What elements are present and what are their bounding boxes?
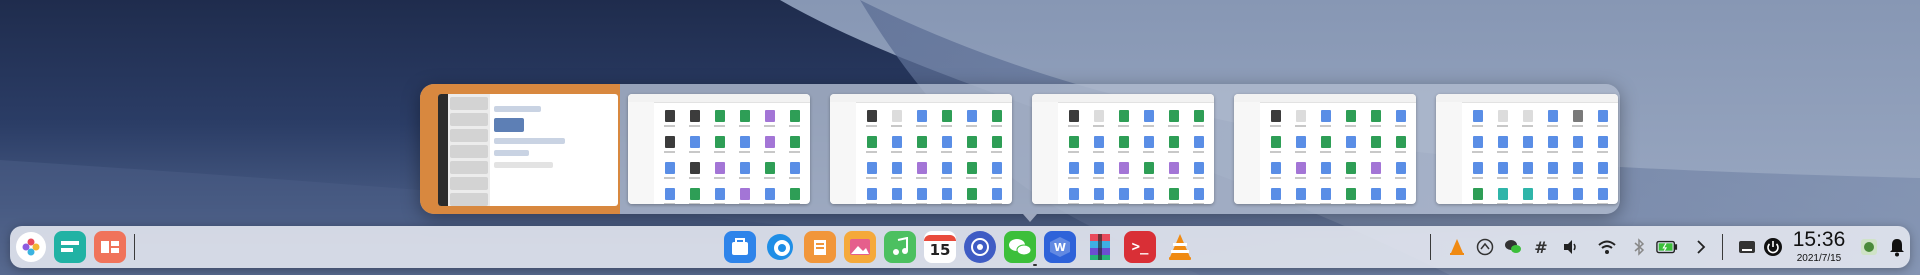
- multitask-view-icon[interactable]: [54, 231, 86, 263]
- archive-manager-icon[interactable]: [1084, 231, 1116, 263]
- clock-date[interactable]: 2021/7/15: [1784, 253, 1854, 264]
- keyboard-icon[interactable]: [1736, 236, 1758, 258]
- window-thumbnail-file-manager[interactable]: [1436, 94, 1618, 204]
- network-monitor-icon[interactable]: [1474, 236, 1496, 258]
- chat-window-preview: [438, 94, 618, 206]
- window-thumbnail-file-manager[interactable]: [1032, 94, 1214, 204]
- terminal-icon[interactable]: >_: [1124, 231, 1156, 263]
- launcher-icon[interactable]: [16, 232, 46, 262]
- dock: 15 W >_ # 15:36 2021/7/15: [10, 226, 1910, 268]
- expand-icon[interactable]: [1690, 236, 1712, 258]
- app-store-icon[interactable]: [724, 231, 756, 263]
- calendar-icon[interactable]: 15: [924, 231, 956, 263]
- window-thumbnail-file-manager[interactable]: [1234, 94, 1416, 204]
- grid-tray-icon[interactable]: #: [1530, 236, 1552, 258]
- wechat-tray-icon[interactable]: [1502, 236, 1524, 258]
- power-icon[interactable]: [1762, 236, 1784, 258]
- browser-icon[interactable]: [764, 231, 796, 263]
- window-thumbnail-chat[interactable]: [420, 84, 620, 214]
- workspace-icon[interactable]: [94, 231, 126, 263]
- dock-separator: [134, 234, 135, 260]
- notification-avatar-icon[interactable]: [1858, 236, 1880, 258]
- window-switcher: [420, 84, 1620, 214]
- switcher-pointer: [1023, 214, 1037, 222]
- battery-icon[interactable]: [1656, 236, 1678, 258]
- svg-text:W: W: [1054, 241, 1066, 254]
- vlc-tray-icon[interactable]: [1446, 236, 1468, 258]
- image-viewer-icon[interactable]: [844, 231, 876, 263]
- calendar-day-label: 15: [929, 241, 951, 259]
- window-thumbnail-file-manager[interactable]: [830, 94, 1012, 204]
- wps-office-icon[interactable]: W: [1044, 231, 1076, 263]
- running-indicator: [1033, 264, 1037, 266]
- vlc-icon[interactable]: [1164, 231, 1196, 263]
- volume-icon[interactable]: [1560, 236, 1582, 258]
- clock-time[interactable]: 15:36: [1784, 228, 1854, 252]
- notes-icon[interactable]: [804, 231, 836, 263]
- music-icon[interactable]: [884, 231, 916, 263]
- bluetooth-icon[interactable]: [1628, 236, 1650, 258]
- wifi-icon[interactable]: [1596, 236, 1618, 258]
- dock-separator: [1430, 234, 1431, 260]
- control-center-icon[interactable]: [964, 231, 996, 263]
- window-thumbnail-file-manager[interactable]: [628, 94, 810, 204]
- dock-separator: [1722, 234, 1723, 260]
- notification-bell-icon[interactable]: [1886, 236, 1908, 258]
- wechat-icon[interactable]: [1004, 231, 1036, 263]
